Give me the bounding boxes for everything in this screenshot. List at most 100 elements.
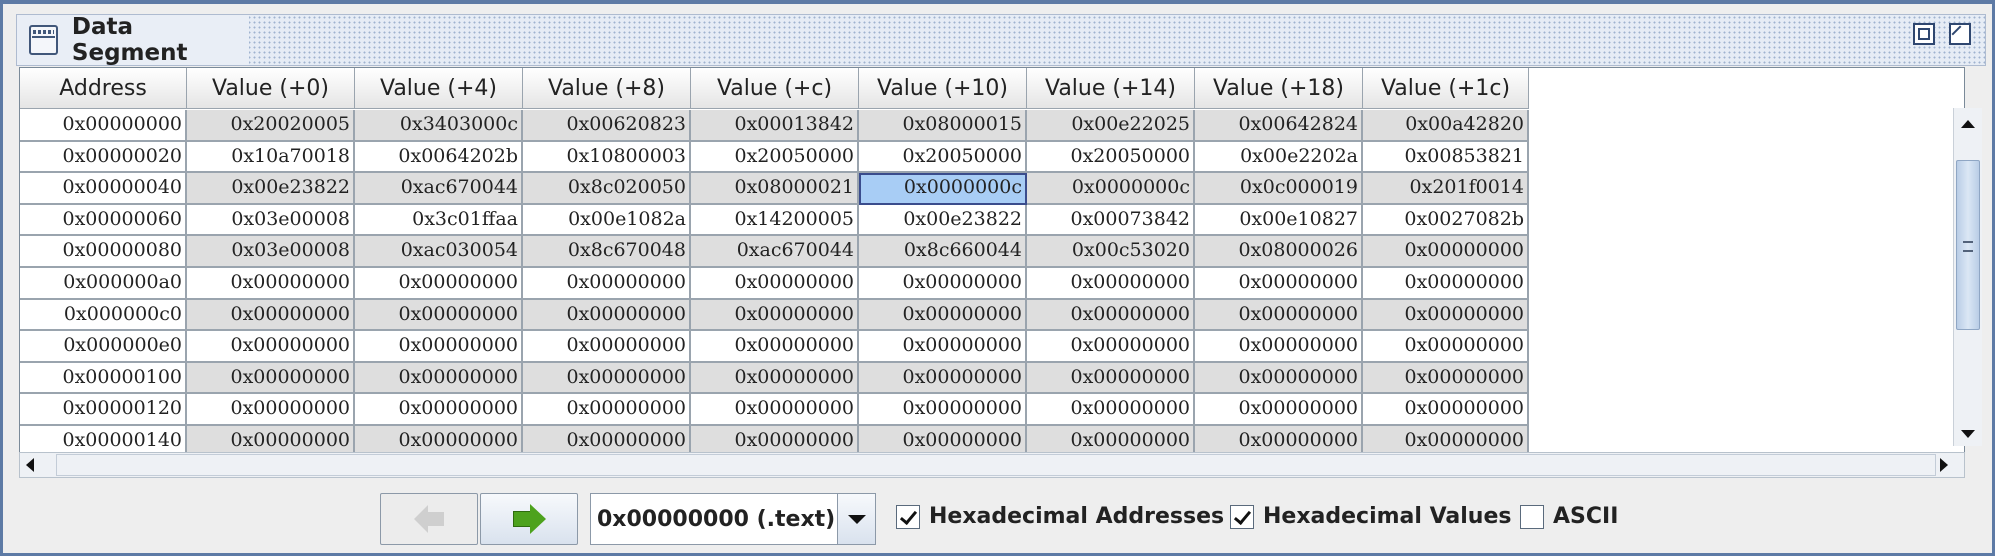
vertical-scroll-thumb[interactable] <box>1956 160 1980 330</box>
value-cell[interactable]: 0x00000000 <box>1027 299 1195 332</box>
address-cell[interactable]: 0x00000140 <box>20 425 187 452</box>
value-cell[interactable]: 0x00000000 <box>1363 394 1529 426</box>
value-cell[interactable]: 0x03e00008 <box>187 204 355 237</box>
horizontal-scrollbar[interactable] <box>19 452 1965 478</box>
segment-select[interactable]: 0x00000000 (.text) <box>590 493 876 545</box>
value-cell[interactable]: 0x00000000 <box>187 299 355 332</box>
column-header-address[interactable]: Address <box>20 68 187 109</box>
value-cell[interactable]: 0x0000000c <box>1027 173 1195 205</box>
value-cell[interactable]: 0x00000000 <box>187 331 355 363</box>
value-cell[interactable]: 0x00000000 <box>1363 331 1529 363</box>
previous-button[interactable] <box>380 493 478 545</box>
value-cell[interactable]: 0x00000000 <box>1363 425 1529 452</box>
column-header-value[interactable]: Value (+14) <box>1027 68 1195 109</box>
value-cell[interactable]: 0x00000000 <box>1195 267 1363 300</box>
column-header-value[interactable]: Value (+8) <box>523 68 691 109</box>
value-cell[interactable]: 0x00e2202a <box>1195 141 1363 174</box>
value-cell[interactable]: 0x00000000 <box>859 425 1027 452</box>
value-cell[interactable]: 0x00000000 <box>1195 425 1363 452</box>
ascii-checkbox[interactable]: ASCII <box>1520 504 1618 529</box>
address-cell[interactable]: 0x00000000 <box>20 110 187 142</box>
value-cell[interactable]: 0x20050000 <box>859 141 1027 174</box>
value-cell[interactable]: 0x00e10827 <box>1195 204 1363 237</box>
vertical-scrollbar[interactable] <box>1953 108 1982 446</box>
value-cell[interactable]: 0x00013842 <box>691 110 859 142</box>
value-cell[interactable]: 0x00e22025 <box>1027 110 1195 142</box>
value-cell[interactable]: 0x00000000 <box>523 331 691 363</box>
value-cell[interactable]: 0x10a70018 <box>187 141 355 174</box>
scroll-right-icon[interactable] <box>1940 458 1948 472</box>
checkbox-checked-icon[interactable] <box>896 504 920 529</box>
address-cell[interactable]: 0x00000040 <box>20 173 187 205</box>
value-cell[interactable]: 0x00000000 <box>1363 299 1529 332</box>
address-cell[interactable]: 0x000000c0 <box>20 299 187 332</box>
value-cell[interactable]: 0x14200005 <box>691 204 859 237</box>
value-cell[interactable]: 0x00620823 <box>523 110 691 142</box>
value-cell[interactable]: 0x00000000 <box>691 425 859 452</box>
memory-table[interactable]: Address Value (+0) Value (+4) Value (+8) Val… <box>19 67 1965 453</box>
scroll-up-icon[interactable] <box>1961 120 1975 128</box>
address-cell[interactable]: 0x00000020 <box>20 141 187 174</box>
address-cell[interactable]: 0x000000e0 <box>20 331 187 363</box>
value-cell[interactable]: 0x00000000 <box>1363 362 1529 395</box>
value-cell[interactable]: 0x00000000 <box>1195 362 1363 395</box>
value-cell[interactable]: 0x00000000 <box>859 362 1027 395</box>
value-cell[interactable]: 0x00000000 <box>355 362 523 395</box>
value-cell[interactable]: 0x0000000c <box>859 173 1027 205</box>
value-cell[interactable]: 0x00000000 <box>1027 267 1195 300</box>
hex-addresses-checkbox[interactable]: Hexadecimal Addresses <box>896 504 1224 529</box>
value-cell[interactable]: 0x8c670048 <box>523 236 691 268</box>
checkbox-unchecked-icon[interactable] <box>1520 504 1544 529</box>
value-cell[interactable]: 0x00000000 <box>523 299 691 332</box>
value-cell[interactable]: 0x00073842 <box>1027 204 1195 237</box>
value-cell[interactable]: 0x8c660044 <box>859 236 1027 268</box>
value-cell[interactable]: 0x00000000 <box>1027 425 1195 452</box>
title-bar[interactable]: Data Segment <box>16 14 1986 66</box>
horizontal-scroll-thumb[interactable] <box>56 454 1936 476</box>
scroll-down-icon[interactable] <box>1961 430 1975 438</box>
value-cell[interactable]: 0x00e23822 <box>187 173 355 205</box>
address-cell[interactable]: 0x00000080 <box>20 236 187 268</box>
column-header-value[interactable]: Value (+10) <box>859 68 1027 109</box>
value-cell[interactable]: 0x20050000 <box>691 141 859 174</box>
value-cell[interactable]: 0x08000021 <box>691 173 859 205</box>
dropdown-button[interactable] <box>837 494 875 544</box>
value-cell[interactable]: 0x03e00008 <box>187 236 355 268</box>
value-cell[interactable]: 0x00000000 <box>523 425 691 452</box>
next-button[interactable] <box>480 493 578 545</box>
value-cell[interactable]: 0x00000000 <box>1027 331 1195 363</box>
value-cell[interactable]: 0x00000000 <box>523 267 691 300</box>
address-cell[interactable]: 0x00000100 <box>20 362 187 395</box>
value-cell[interactable]: 0x00000000 <box>187 425 355 452</box>
value-cell[interactable]: 0x00000000 <box>187 362 355 395</box>
value-cell[interactable]: 0x00000000 <box>523 362 691 395</box>
value-cell[interactable]: 0x00000000 <box>355 331 523 363</box>
value-cell[interactable]: 0x00000000 <box>1363 236 1529 268</box>
value-cell[interactable]: 0x00000000 <box>355 425 523 452</box>
value-cell[interactable]: 0x08000026 <box>1195 236 1363 268</box>
checkbox-checked-icon[interactable] <box>1230 504 1254 529</box>
value-cell[interactable]: 0x00e1082a <box>523 204 691 237</box>
scroll-left-icon[interactable] <box>26 458 34 472</box>
column-header-value[interactable]: Value (+c) <box>691 68 859 109</box>
value-cell[interactable]: 0x00000000 <box>187 267 355 300</box>
value-cell[interactable]: 0x00000000 <box>691 299 859 332</box>
value-cell[interactable]: 0x00000000 <box>1363 267 1529 300</box>
value-cell[interactable]: 0xac030054 <box>355 236 523 268</box>
value-cell[interactable]: 0x00000000 <box>691 267 859 300</box>
value-cell[interactable]: 0x00000000 <box>859 267 1027 300</box>
value-cell[interactable]: 0x00000000 <box>859 299 1027 332</box>
column-header-value[interactable]: Value (+18) <box>1195 68 1363 109</box>
address-cell[interactable]: 0x00000060 <box>20 204 187 237</box>
value-cell[interactable]: 0x0064202b <box>355 141 523 174</box>
value-cell[interactable]: 0x00000000 <box>1027 362 1195 395</box>
value-cell[interactable]: 0x00000000 <box>691 394 859 426</box>
value-cell[interactable]: 0x00000000 <box>355 394 523 426</box>
value-cell[interactable]: 0x00000000 <box>1195 299 1363 332</box>
value-cell[interactable]: 0x3c01ffaa <box>355 204 523 237</box>
value-cell[interactable]: 0xac670044 <box>355 173 523 205</box>
value-cell[interactable]: 0x20020005 <box>187 110 355 142</box>
value-cell[interactable]: 0x00000000 <box>523 394 691 426</box>
value-cell[interactable]: 0x00000000 <box>691 331 859 363</box>
value-cell[interactable]: 0x8c020050 <box>523 173 691 205</box>
